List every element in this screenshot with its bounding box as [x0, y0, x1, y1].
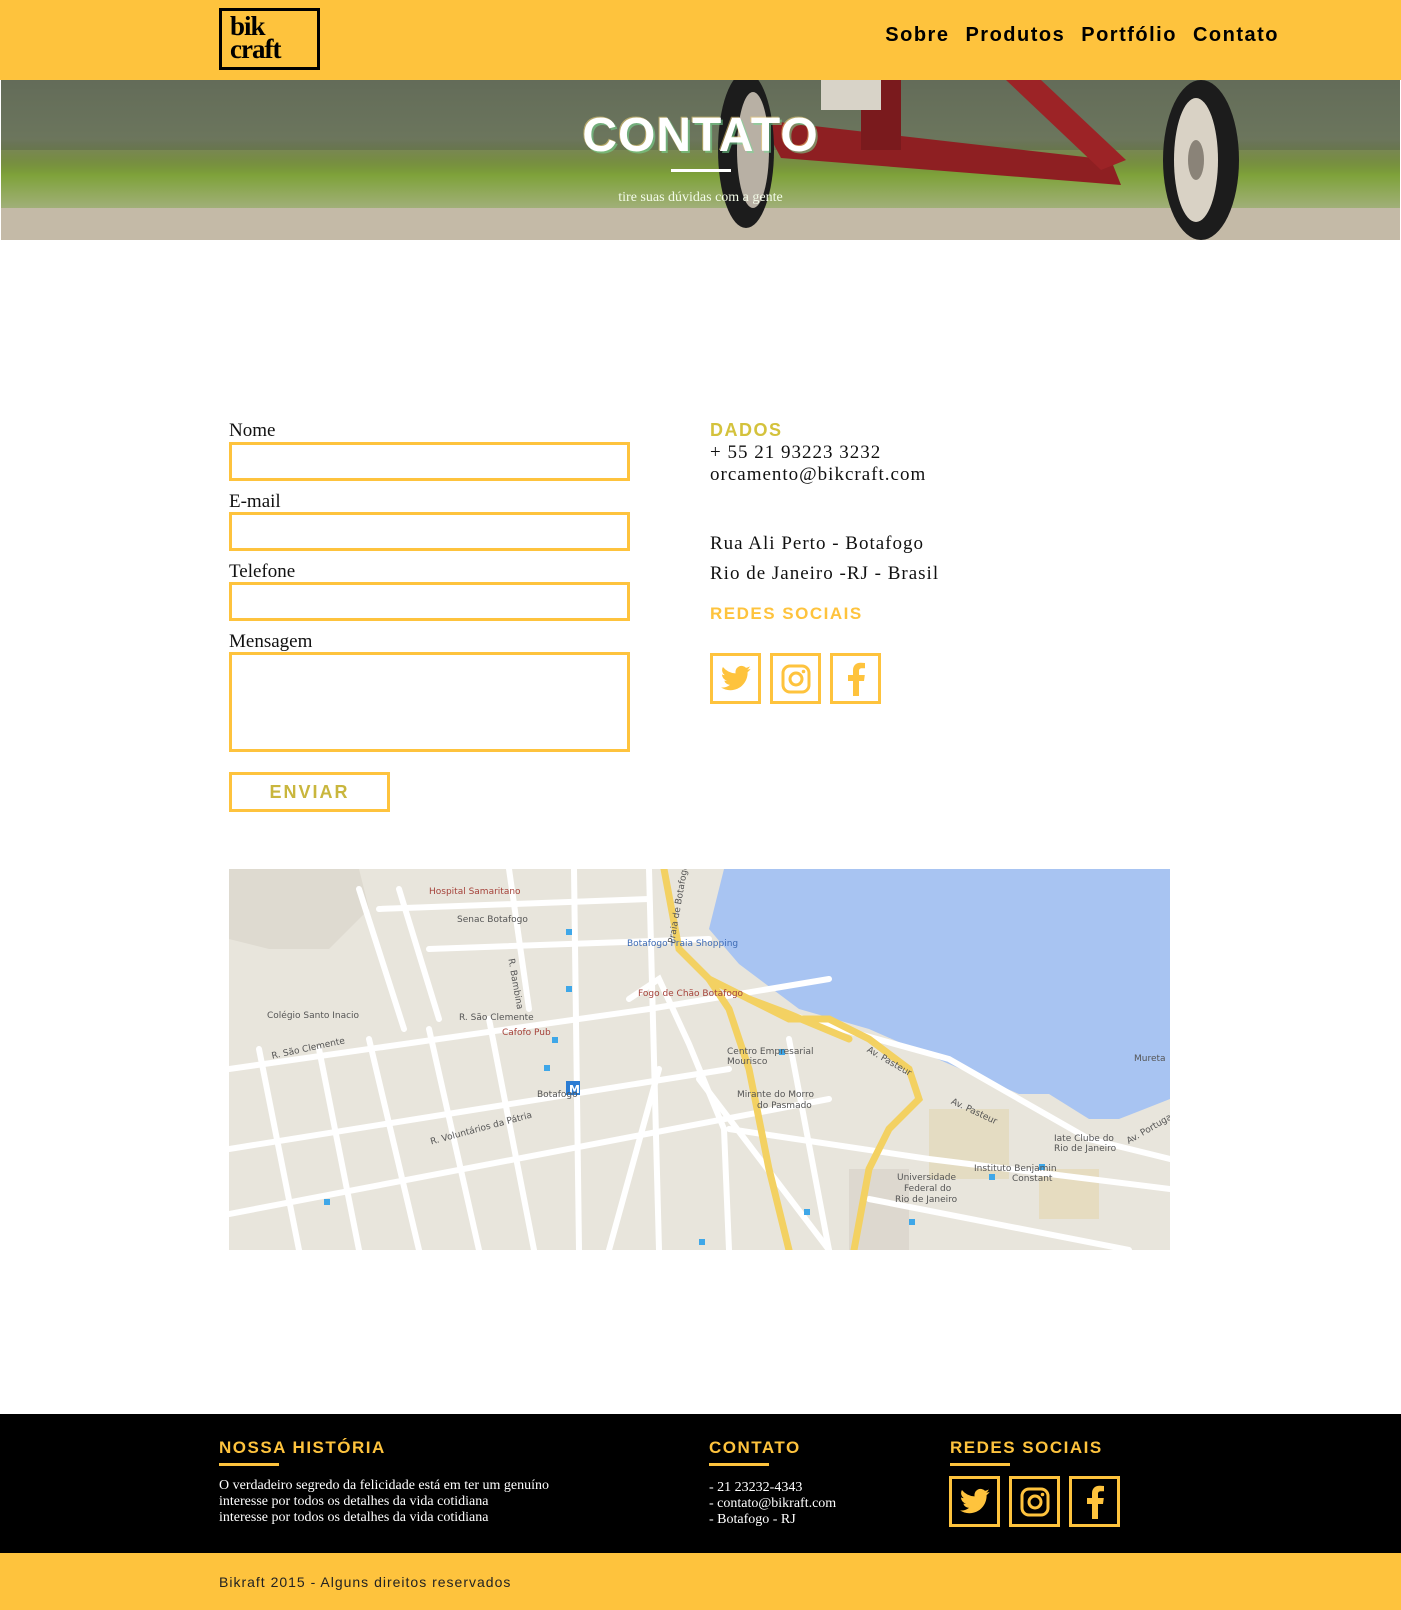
logo[interactable]: bik craft [219, 8, 320, 70]
address-line-2: Rio de Janeiro -RJ - Brasil [710, 563, 940, 584]
logo-line-2: craft [230, 34, 281, 64]
map-label-fogo: Fogo de Chão Botafogo [638, 989, 744, 999]
footer-social-divider [950, 1463, 1010, 1466]
footer-instagram-link[interactable] [1009, 1476, 1060, 1527]
name-label: Nome [229, 420, 276, 441]
copyright-bar: Bikraft 2015 - Alguns direitos reservado… [0, 1553, 1401, 1610]
map-label-botafogo: Botafogo [537, 1090, 578, 1100]
map-label-benjamin-2: Constant [1012, 1174, 1053, 1184]
email-label: E-mail [229, 491, 281, 512]
nav-link-portfolio[interactable]: Portfólio [1081, 24, 1177, 47]
nav-link-produtos[interactable]: Produtos [965, 24, 1065, 47]
footer-twitter-link[interactable] [949, 1476, 1000, 1527]
contact-email: orcamento@bikcraft.com [710, 464, 927, 485]
instagram-icon [781, 664, 810, 693]
footer-contact-divider [709, 1463, 769, 1466]
twitter-link[interactable] [710, 653, 761, 704]
nav-link-sobre[interactable]: Sobre [885, 24, 949, 47]
footer-history-text: O verdadeiro segredo da felicidade está … [219, 1478, 549, 1526]
contact-phone: + 55 21 93223 3232 [710, 442, 882, 463]
phone-field[interactable] [229, 582, 630, 621]
map-label-cafofo: Cafofo Pub [502, 1028, 551, 1038]
site-header: bik craft Sobre Produtos Portfólio Conta… [0, 0, 1401, 80]
footer-contact-heading: CONTATO [709, 1438, 801, 1457]
map-label-shopping: Botafogo Praia Shopping [627, 939, 739, 949]
message-label: Mensagem [229, 631, 313, 652]
map-label-colegio: Colégio Santo Inacio [267, 1011, 360, 1021]
footer-contact-line: - Botafogo - RJ [709, 1512, 796, 1527]
twitter-icon [959, 1488, 990, 1513]
map-label-iate-1: Iate Clube do [1054, 1134, 1114, 1144]
footer-contact-line: - contato@bikraft.com [709, 1496, 837, 1511]
footer-history-line: interesse por todos os detalhes da vida … [219, 1494, 489, 1509]
map-label-pasmado: do Pasmado [757, 1101, 812, 1111]
hero-divider [671, 169, 731, 172]
footer-facebook-link[interactable] [1069, 1476, 1120, 1527]
footer-history-heading: NOSSA HISTÓRIA [219, 1438, 386, 1457]
address-line-1: Rua Ali Perto - Botafogo [710, 533, 924, 554]
facebook-icon [1086, 1485, 1104, 1519]
footer-history-line: interesse por todos os detalhes da vida … [219, 1510, 489, 1525]
name-field[interactable] [229, 442, 630, 481]
map-label-iate-2: Rio de Janeiro [1054, 1144, 1117, 1154]
map-label-hospital: Hospital Samaritano [429, 887, 521, 897]
message-field[interactable] [229, 652, 630, 752]
copyright-text: Bikraft 2015 - Alguns direitos reservado… [219, 1574, 512, 1590]
facebook-link[interactable] [830, 653, 881, 704]
facebook-icon [847, 662, 865, 696]
hero-title: CONTATO [582, 109, 819, 162]
social-heading: REDES SOCIAIS [710, 604, 863, 623]
footer-contact-line: - 21 23232-4343 [709, 1480, 803, 1495]
map-label-univ-3: Rio de Janeiro [895, 1195, 958, 1205]
hero-subtitle: tire suas dúvidas com a gente [618, 190, 783, 205]
map-label-senac: Senac Botafogo [457, 915, 528, 925]
main-nav: Sobre Produtos Portfólio Contato [885, 24, 1279, 47]
footer-social-heading: REDES SOCIAIS [950, 1438, 1103, 1457]
map-label-centro: Centro Empresarial [727, 1047, 814, 1057]
phone-label: Telefone [229, 561, 296, 582]
map-label-mourisco: Mourisco [727, 1057, 768, 1067]
map-graphic: M [229, 869, 1170, 1250]
map-label-sao-clemente-1: R. São Clemente [459, 1013, 534, 1023]
map-label-mirante: Mirante do Morro [737, 1090, 815, 1100]
footer-history-divider [219, 1463, 279, 1466]
twitter-icon [720, 665, 751, 690]
hero-banner: CONTATO tire suas dúvidas com a gente [1, 80, 1400, 240]
footer-history-line: O verdadeiro segredo da felicidade está … [219, 1478, 550, 1493]
email-field[interactable] [229, 512, 630, 551]
map-label-univ-2: Federal do [904, 1184, 952, 1194]
submit-button[interactable]: ENVIAR [229, 772, 390, 812]
contact-heading: DADOS [710, 420, 783, 440]
instagram-link[interactable] [770, 653, 821, 704]
map-label-univ-1: Universidade [897, 1173, 957, 1183]
map-label-mureta: Mureta [1134, 1054, 1166, 1064]
footer-contact-text: - 21 23232-4343 - contato@bikraft.com - … [709, 1480, 836, 1528]
map-label-benjamin-1: Instituto Benjamin [974, 1164, 1057, 1174]
location-map[interactable]: M Hospital Samaritano Senac Botafogo Bot… [229, 869, 1170, 1250]
nav-link-contato[interactable]: Contato [1193, 24, 1279, 47]
instagram-icon [1020, 1487, 1049, 1516]
site-footer: NOSSA HISTÓRIA O verdadeiro segredo da f… [0, 1414, 1401, 1553]
